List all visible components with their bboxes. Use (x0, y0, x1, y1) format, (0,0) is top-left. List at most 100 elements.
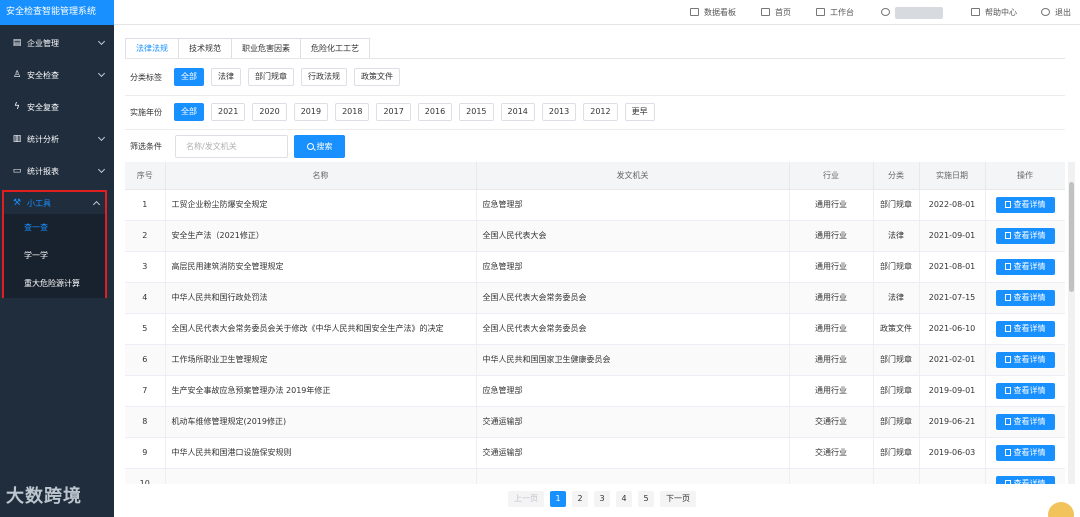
view-details-button[interactable]: 查看详情 (995, 258, 1055, 275)
table-row: 5 全国人民代表大会常务委员会关于修改《中华人民共和国安全生产法》的决定 全国人民代… (125, 313, 1065, 345)
building-icon: ▤ (12, 38, 22, 48)
table-scrollbar[interactable] (1068, 162, 1075, 484)
view-details-button[interactable]: 查看详情 (995, 289, 1055, 306)
row-issuer: 全国人民代表大会 (476, 220, 790, 252)
tab-tech-specs[interactable]: 技术规范 (179, 39, 232, 59)
sidebar-item-enterprise[interactable]: ▤ 企业管理 (0, 27, 114, 59)
table-row: 2 安全生产法（2021修正） 全国人民代表大会 通用行业 法律 2021-09-01 查看… (125, 220, 1065, 252)
row-category: 部门规章 (873, 344, 920, 376)
page-button[interactable]: 5 (638, 491, 654, 507)
chevron-up-icon (92, 200, 101, 209)
header-help[interactable]: 帮助中心 (971, 0, 1017, 25)
sidebar-item-inspection[interactable]: ♙ 安全检查 (0, 59, 114, 91)
view-details-button[interactable]: 查看详情 (995, 196, 1055, 213)
row-category: 部门规章 (873, 375, 920, 407)
view-details-button[interactable]: 查看详情 (995, 351, 1055, 368)
row-category: 法律 (873, 220, 920, 252)
year-chip-2017[interactable]: 2017 (376, 103, 411, 121)
row-number: 5 (125, 313, 166, 345)
view-details-label: 查看详情 (1013, 200, 1046, 209)
category-chip-dept-rules[interactable]: 部门规章 (248, 68, 294, 86)
header-home[interactable]: 首页 (761, 0, 791, 25)
sidebar-item-tools[interactable]: ⚒ 小工具 (4, 192, 105, 214)
page-button[interactable]: 2 (572, 491, 588, 507)
year-chip-2018[interactable]: 2018 (335, 103, 370, 121)
prev-page-button[interactable]: 上一页 (508, 491, 544, 507)
sidebar-item-reports[interactable]: ▭ 统计报表 (0, 155, 114, 187)
year-filter-row: 实施年份 全部 2021 2020 2019 2018 2017 2016 20… (130, 103, 662, 121)
row-date (919, 468, 986, 484)
column-header: 行业 (789, 162, 874, 190)
year-chip-2012[interactable]: 2012 (583, 103, 618, 121)
monitor-icon (690, 8, 699, 16)
row-name: 安全生产法（2021修正） (165, 220, 477, 252)
year-chip-2015[interactable]: 2015 (459, 103, 494, 121)
row-number: 8 (125, 406, 166, 438)
row-date: 2022-08-01 (919, 189, 986, 221)
search-input[interactable] (175, 135, 288, 158)
view-details-button[interactable]: 查看详情 (995, 382, 1055, 399)
app-title: 安全检查智能管理系统 (0, 0, 114, 25)
tab-hazardous-chem-process[interactable]: 危险化工工艺 (301, 39, 369, 59)
category-chip-admin-regs[interactable]: 行政法规 (301, 68, 347, 86)
row-issuer: 交通运输部 (476, 406, 790, 438)
document-icon (1004, 201, 1011, 208)
year-chip-2019[interactable]: 2019 (293, 103, 329, 121)
view-details-label: 查看详情 (1013, 262, 1046, 271)
sidebar-subitem-lookup[interactable]: 查一查 (4, 214, 105, 242)
lightning-icon: ϟ (14, 102, 20, 112)
sidebar-item-review[interactable]: ϟ 安全复查 (0, 91, 114, 123)
watermark-text: 大数跨境 (6, 486, 82, 507)
category-filter-row: 分类标签 全部 法律 部门规章 行政法规 政策文件 (130, 68, 407, 86)
row-issuer: 应急管理部 (476, 375, 790, 407)
book-icon (971, 8, 980, 16)
row-name: 中华人民共和国行政处罚法 (165, 282, 477, 314)
header-data-board-label: 数据看板 (704, 8, 736, 17)
sidebar-subitem-learn[interactable]: 学一学 (4, 242, 105, 270)
view-details-button[interactable]: 查看详情 (995, 444, 1055, 461)
tab-laws[interactable]: 法律法规 (126, 39, 179, 59)
next-page-button[interactable]: 下一页 (660, 491, 696, 507)
table-row: 7 生产安全事故应急预案管理办法 2019年修正 应急管理部 通用行业 部门规章 2019… (125, 375, 1065, 407)
view-details-button[interactable]: 查看详情 (995, 413, 1055, 430)
view-details-button[interactable]: 查看详情 (995, 475, 1055, 484)
year-chip-2013[interactable]: 2013 (541, 103, 577, 121)
page-button[interactable]: 1 (550, 491, 566, 507)
view-details-button[interactable]: 查看详情 (995, 320, 1055, 337)
year-chip-2016[interactable]: 2016 (417, 103, 453, 121)
document-icon (1004, 325, 1011, 332)
category-chip-policy[interactable]: 政策文件 (354, 68, 400, 86)
user-check-icon: ♙ (12, 70, 22, 80)
view-details-button[interactable]: 查看详情 (995, 227, 1055, 244)
document-icon (1004, 263, 1011, 270)
sidebar-subitem-hazard-calc[interactable]: 重大危险源计算 (4, 270, 105, 298)
row-issuer: 全国人民代表大会常务委员会 (476, 282, 790, 314)
row-name: 高层民用建筑消防安全管理规定 (165, 251, 477, 283)
sidebar-item-analysis[interactable]: ▥ 统计分析 (0, 123, 114, 155)
category-chip-law[interactable]: 法律 (211, 68, 241, 86)
year-chip-2021[interactable]: 2021 (211, 103, 246, 121)
tab-occupational-hazards[interactable]: 职业危害因素 (232, 39, 301, 59)
header-user[interactable] (881, 0, 943, 25)
row-actions: 查看详情 (985, 375, 1065, 407)
view-details-label: 查看详情 (1013, 355, 1046, 364)
row-date: 2021-06-10 (919, 313, 986, 345)
page-button[interactable]: 4 (616, 491, 632, 507)
year-chip-all[interactable]: 全部 (174, 103, 204, 121)
page-button[interactable]: 3 (594, 491, 610, 507)
table-header-row: 序号 名称 发文机关 行业 分类 实施日期 操作 (125, 162, 1065, 190)
scrollbar-thumb[interactable] (1069, 182, 1074, 292)
row-number: 9 (125, 437, 166, 469)
year-chip-earlier[interactable]: 更早 (624, 103, 655, 121)
header-logout[interactable]: 退出 (1041, 0, 1071, 25)
header-workbench[interactable]: 工作台 (816, 0, 854, 25)
year-chip-2014[interactable]: 2014 (500, 103, 535, 121)
tools-menu-group: ⚒ 小工具 查一查 学一学 重大危险源计算 (2, 190, 107, 298)
category-chip-all[interactable]: 全部 (174, 68, 204, 86)
view-details-label: 查看详情 (1013, 479, 1046, 484)
header-data-board[interactable]: 数据看板 (690, 0, 736, 25)
row-category (873, 468, 920, 484)
search-button[interactable]: 搜索 (294, 135, 345, 158)
year-chip-2020[interactable]: 2020 (252, 103, 287, 121)
row-category: 部门规章 (873, 406, 920, 438)
